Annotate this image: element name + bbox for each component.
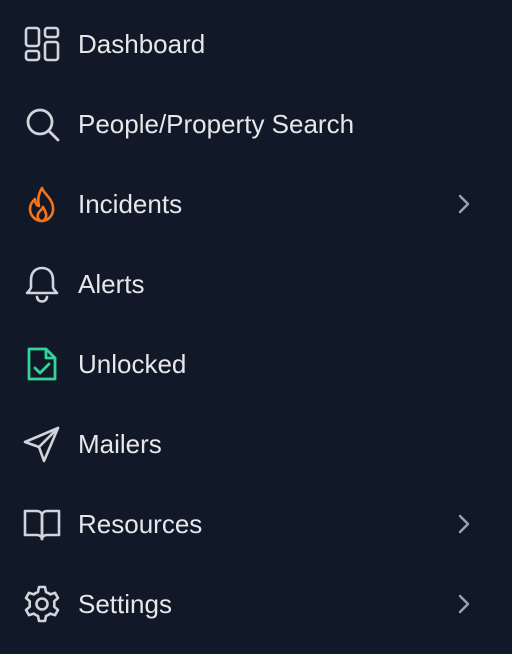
sidebar-item-incidents[interactable]: Incidents: [0, 164, 512, 244]
sidebar-item-mailers[interactable]: Mailers: [0, 404, 512, 484]
chevron-right-icon[interactable]: [450, 590, 478, 618]
sidebar-item-people-property-search[interactable]: People/Property Search: [0, 84, 512, 164]
chevron-right-icon[interactable]: [450, 190, 478, 218]
sidebar-item-label: Resources: [78, 509, 203, 539]
sidebar-item-label: Mailers: [78, 429, 162, 459]
flame-icon: [22, 184, 62, 224]
sidebar-item-label: People/Property Search: [78, 109, 355, 139]
bell-icon: [22, 264, 62, 304]
sidebar-item-unlocked[interactable]: Unlocked: [0, 324, 512, 404]
sidebar-item-label: Dashboard: [78, 29, 206, 59]
gear-icon: [22, 584, 62, 624]
sidebar-item-label: Settings: [78, 589, 172, 619]
book-open-icon: [22, 504, 62, 544]
chevron-right-icon[interactable]: [450, 510, 478, 538]
paper-plane-icon: [22, 424, 62, 464]
sidebar-item-settings[interactable]: Settings: [0, 564, 512, 644]
sidebar-item-label: Unlocked: [78, 349, 187, 379]
sidebar-item-label: Incidents: [78, 189, 183, 219]
sidebar-item-alerts[interactable]: Alerts: [0, 244, 512, 324]
sidebar-item-dashboard[interactable]: Dashboard: [0, 4, 512, 84]
search-icon: [22, 104, 62, 144]
sidebar-item-resources[interactable]: Resources: [0, 484, 512, 564]
document-check-icon: [22, 344, 62, 384]
sidebar-nav: Dashboard People/Property Search Inciden…: [0, 0, 512, 654]
dashboard-grid-icon: [22, 24, 62, 64]
sidebar-item-label: Alerts: [78, 269, 145, 299]
